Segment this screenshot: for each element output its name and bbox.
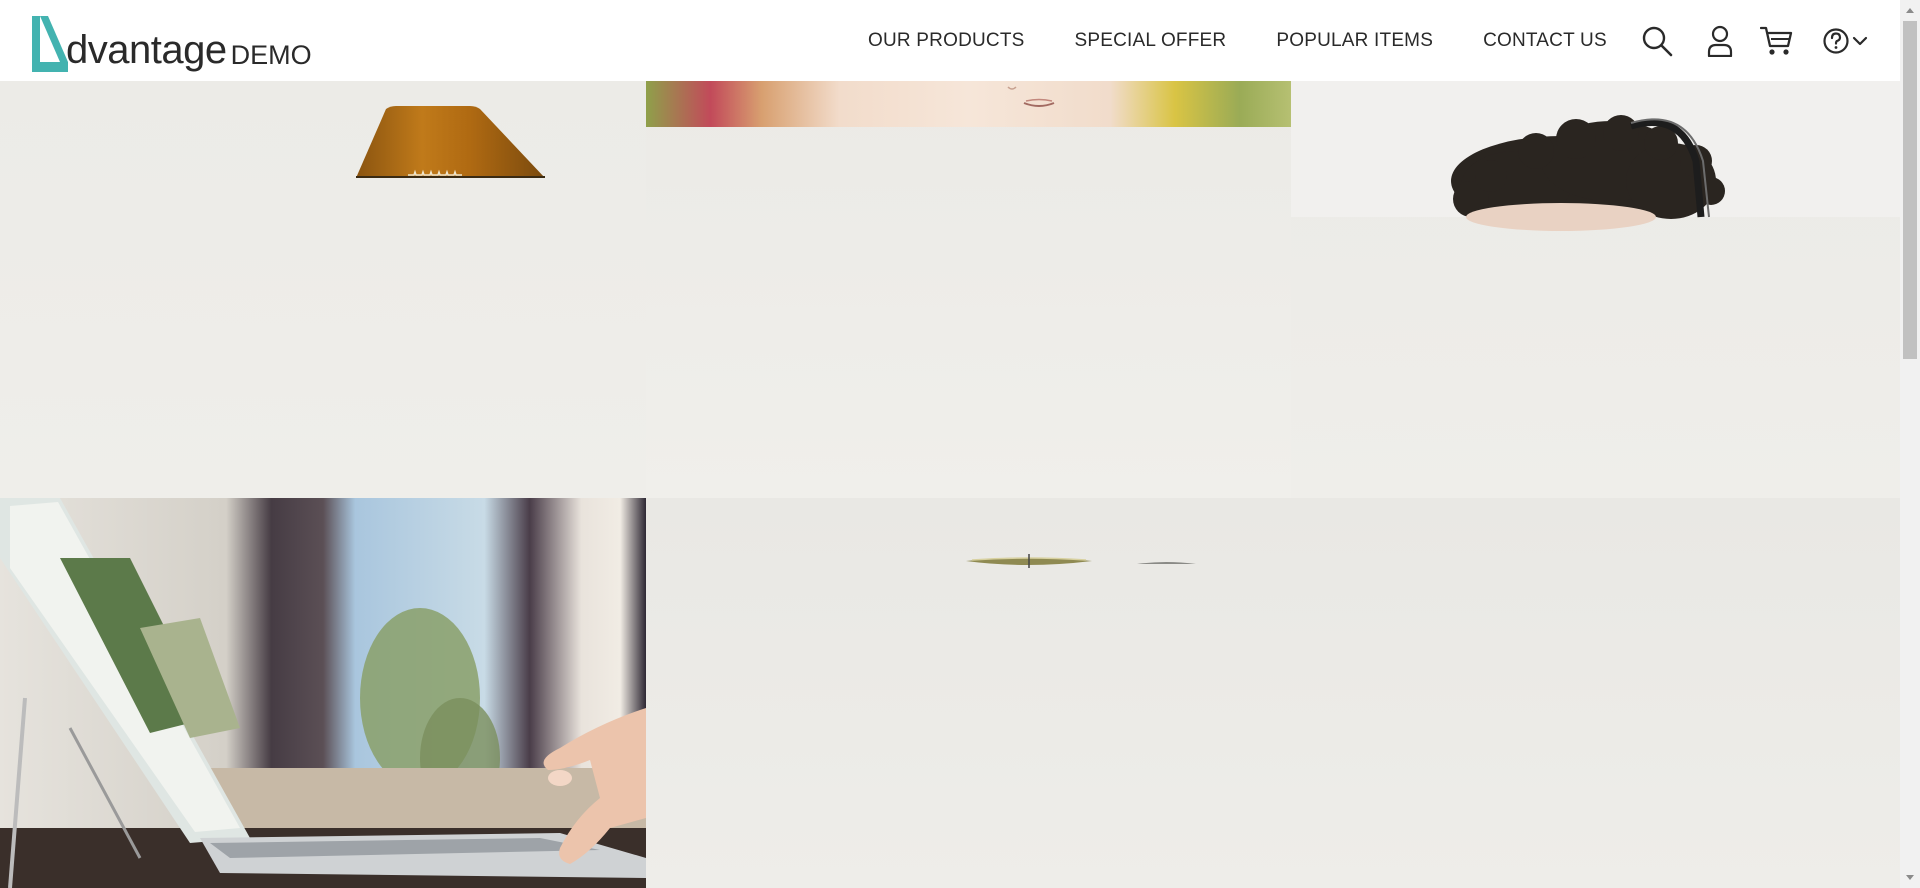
nav-contact-us[interactable]: CONTACT US (1483, 30, 1607, 52)
search-icon[interactable] (1639, 22, 1675, 60)
tablet-lifestyle-image (646, 81, 1291, 127)
chevron-down-icon (1852, 36, 1868, 46)
category-tile-speakers[interactable] (0, 81, 646, 498)
category-grid (0, 81, 1900, 888)
nav-special-offer[interactable]: SPECIAL OFFER (1075, 30, 1227, 52)
nav-popular-items[interactable]: POPULAR ITEMS (1276, 30, 1433, 52)
mice-image (966, 554, 1196, 568)
help-menu[interactable] (1818, 22, 1872, 60)
category-tile-mice[interactable] (646, 498, 1900, 888)
site-header: dvantage DEMO OUR PRODUCTS SPECIAL OFFER… (0, 0, 1900, 81)
laptop-tablet-image (0, 498, 646, 888)
category-tile-laptops[interactable] (0, 498, 646, 888)
help-icon (1823, 28, 1849, 54)
headphones-person-image (1291, 81, 1900, 231)
category-tile-tablets[interactable] (646, 81, 1291, 498)
logo-wordmark: dvantage (66, 28, 227, 72)
user-icon[interactable] (1703, 22, 1737, 60)
scrollbar-thumb[interactable] (1903, 21, 1917, 359)
speaker-image (356, 106, 545, 178)
page-scrollbar[interactable] (1900, 0, 1920, 888)
logo-mark-icon (28, 14, 72, 72)
logo-suffix: DEMO (230, 40, 312, 70)
brand-logo[interactable]: dvantage DEMO (28, 12, 312, 72)
category-tile-headphones[interactable] (1291, 81, 1900, 498)
nav-our-products[interactable]: OUR PRODUCTS (868, 30, 1025, 52)
cart-icon[interactable] (1759, 22, 1795, 60)
main-nav: OUR PRODUCTS SPECIAL OFFER POPULAR ITEMS… (868, 0, 1643, 81)
scroll-down-arrow-icon[interactable] (1905, 873, 1915, 883)
scroll-up-arrow-icon[interactable] (1905, 5, 1915, 15)
